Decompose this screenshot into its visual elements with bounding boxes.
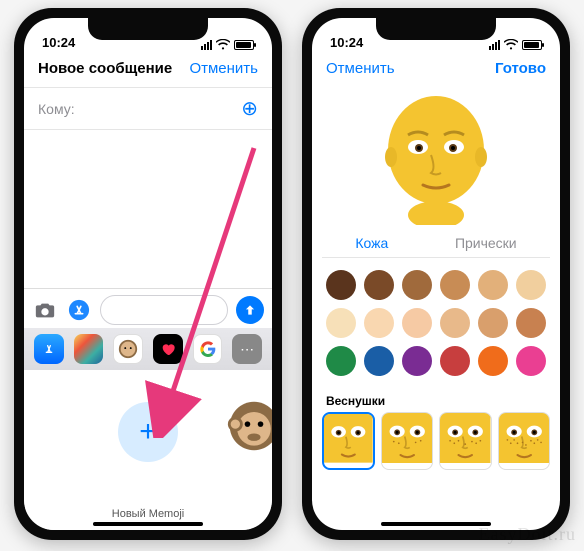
home-indicator[interactable] (381, 522, 491, 526)
phone-left: 10:24 Новое сообщение Отменить Кому: ⊕ (14, 8, 282, 540)
freckle-option[interactable] (322, 412, 375, 470)
new-memoji-label: Новый Memoji (112, 508, 184, 520)
home-indicator[interactable] (93, 522, 203, 526)
skin-swatch[interactable] (478, 346, 508, 376)
nav-bar: Отменить Готово (312, 52, 560, 85)
freckle-option[interactable] (381, 412, 433, 470)
skin-swatch[interactable] (402, 270, 432, 300)
notch (88, 18, 208, 40)
done-button[interactable]: Готово (495, 60, 546, 77)
freckle-option[interactable] (498, 412, 550, 470)
photos-app-icon[interactable] (74, 334, 104, 364)
skin-swatch[interactable] (402, 346, 432, 376)
add-recipient-icon[interactable]: ⊕ (241, 96, 258, 121)
app-store-icon[interactable] (66, 299, 92, 321)
skin-swatch[interactable] (478, 270, 508, 300)
camera-icon[interactable] (32, 299, 58, 321)
tab-hair[interactable]: Прически (455, 235, 517, 251)
freckles-options (312, 412, 560, 470)
battery-icon (234, 40, 254, 50)
tab-skin[interactable]: Кожа (355, 235, 388, 251)
recipient-field[interactable]: Кому: ⊕ (24, 87, 272, 130)
signal-icon (201, 40, 212, 50)
to-label: Кому: (38, 101, 75, 117)
skin-swatch[interactable] (364, 270, 394, 300)
imessage-app-strip[interactable]: ⋯ (24, 328, 272, 370)
skin-swatch[interactable] (326, 308, 356, 338)
signal-icon (489, 40, 500, 50)
skin-swatch[interactable] (440, 308, 470, 338)
skin-swatch[interactable] (326, 270, 356, 300)
category-tabs: Кожа Прически (322, 225, 550, 258)
wifi-icon (216, 39, 230, 50)
skin-swatch[interactable] (440, 346, 470, 376)
memoji-app-icon[interactable] (113, 334, 143, 364)
phone-right: 10:24 Отменить Готово (302, 8, 570, 540)
skin-swatch[interactable] (516, 308, 546, 338)
skin-color-grid (312, 258, 560, 388)
skin-swatch[interactable] (516, 270, 546, 300)
skin-swatch[interactable] (402, 308, 432, 338)
hearts-app-icon[interactable] (153, 334, 183, 364)
app-store-app-icon[interactable] (34, 334, 64, 364)
skin-swatch[interactable] (364, 346, 394, 376)
send-button[interactable] (236, 296, 264, 324)
skin-swatch[interactable] (364, 308, 394, 338)
memoji-picker: + Новый Memoji (24, 370, 272, 530)
nav-bar: Новое сообщение Отменить (24, 52, 272, 85)
cancel-button[interactable]: Отменить (189, 60, 258, 77)
message-input[interactable] (100, 295, 228, 325)
memoji-preview (312, 85, 560, 225)
google-app-icon[interactable] (193, 334, 223, 364)
notch (376, 18, 496, 40)
add-memoji-button[interactable]: + (118, 402, 178, 462)
page-title: Новое сообщение (38, 60, 172, 77)
message-input-bar (24, 288, 272, 331)
skin-swatch[interactable] (326, 346, 356, 376)
status-time: 10:24 (330, 35, 363, 50)
skin-swatch[interactable] (516, 346, 546, 376)
wifi-icon (504, 39, 518, 50)
skin-swatch[interactable] (478, 308, 508, 338)
status-time: 10:24 (42, 35, 75, 50)
freckle-option[interactable] (439, 412, 491, 470)
cancel-button[interactable]: Отменить (326, 60, 395, 77)
more-app-icon[interactable]: ⋯ (232, 334, 262, 364)
freckles-label: Веснушки (312, 388, 560, 412)
skin-swatch[interactable] (440, 270, 470, 300)
battery-icon (522, 40, 542, 50)
memoji-head-icon (371, 85, 501, 225)
